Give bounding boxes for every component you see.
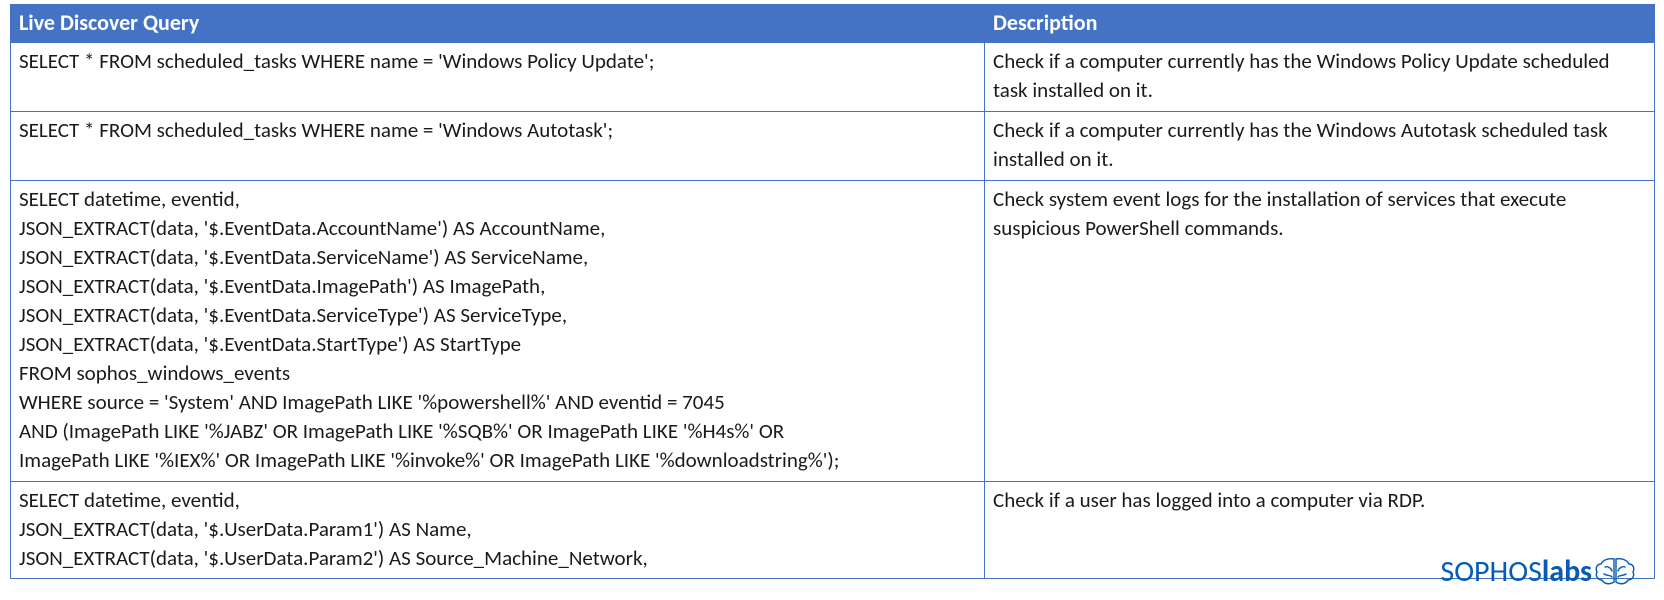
query-cell: SELECT * FROM scheduled_tasks WHERE name… [11, 43, 985, 112]
description-cell: Check system event logs for the installa… [985, 180, 1655, 481]
logo-text: SOPHOSlabs [1440, 553, 1592, 590]
header-description: Description [985, 5, 1655, 43]
table-row: SELECT datetime, eventid, JSON_EXTRACT(d… [11, 481, 1655, 579]
header-query: Live Discover Query [11, 5, 985, 43]
logo-bold: labs [1542, 553, 1592, 590]
table-row: SELECT * FROM scheduled_tasks WHERE name… [11, 43, 1655, 112]
query-cell: SELECT * FROM scheduled_tasks WHERE name… [11, 111, 985, 180]
query-cell: SELECT datetime, eventid, JSON_EXTRACT(d… [11, 481, 985, 579]
sophos-labs-logo: SOPHOSlabs [1440, 553, 1636, 590]
query-cell: SELECT datetime, eventid, JSON_EXTRACT(d… [11, 180, 985, 481]
description-cell: Check if a computer currently has the Wi… [985, 111, 1655, 180]
header-row: Live Discover Query Description [11, 5, 1655, 43]
query-table-container: Live Discover Query Description SELECT *… [10, 4, 1654, 579]
query-table: Live Discover Query Description SELECT *… [10, 4, 1655, 579]
description-cell: Check if a computer currently has the Wi… [985, 43, 1655, 112]
table-row: SELECT * FROM scheduled_tasks WHERE name… [11, 111, 1655, 180]
brain-icon [1594, 555, 1636, 589]
logo-thin: SOPHOS [1440, 553, 1541, 590]
table-row: SELECT datetime, eventid, JSON_EXTRACT(d… [11, 180, 1655, 481]
